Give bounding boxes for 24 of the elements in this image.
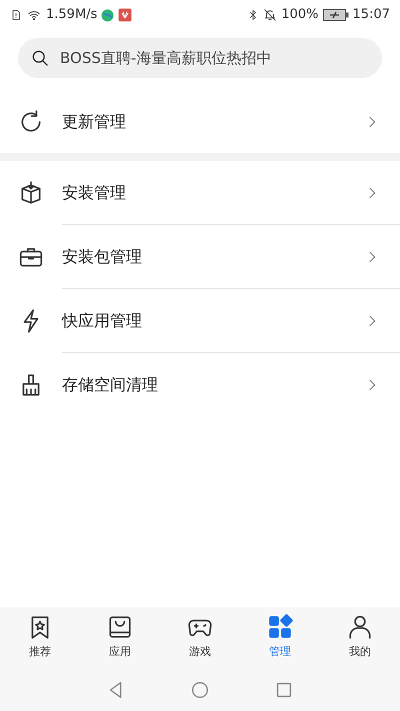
clock-time: 15:07 <box>352 6 390 24</box>
battery-icon <box>322 9 349 21</box>
shopping-bag-icon <box>107 614 133 640</box>
tab[interactable]: 管理 <box>250 610 310 665</box>
app-badge-icon <box>118 8 132 22</box>
menu-item[interactable]: 安装管理 <box>0 161 400 224</box>
globe-icon <box>101 8 114 22</box>
tab[interactable]: 我的 <box>330 610 390 665</box>
search-bar[interactable]: BOSS直聘-海量高薪职位热招中 <box>18 38 382 78</box>
menu-item[interactable]: 安装包管理 <box>0 225 400 288</box>
menu-item[interactable]: 更新管理 <box>0 90 400 153</box>
menu-item[interactable]: 存储空间清理 <box>0 353 400 416</box>
search-field[interactable]: BOSS直聘-海量高薪职位热招中 <box>58 46 370 70</box>
person-icon <box>347 614 373 640</box>
bell-off-icon <box>263 8 278 22</box>
grid-icon <box>267 614 293 640</box>
tab[interactable]: 游戏 <box>170 610 230 665</box>
battery-percentage: 100% <box>281 6 319 24</box>
tab[interactable]: 应用 <box>90 610 150 665</box>
tab[interactable]: 推荐 <box>10 610 70 665</box>
menu-item[interactable]: 快应用管理 <box>0 289 400 352</box>
network-speed: 1.59M/s <box>46 6 98 24</box>
search-icon <box>30 48 50 68</box>
sim-alert-icon <box>10 8 22 22</box>
